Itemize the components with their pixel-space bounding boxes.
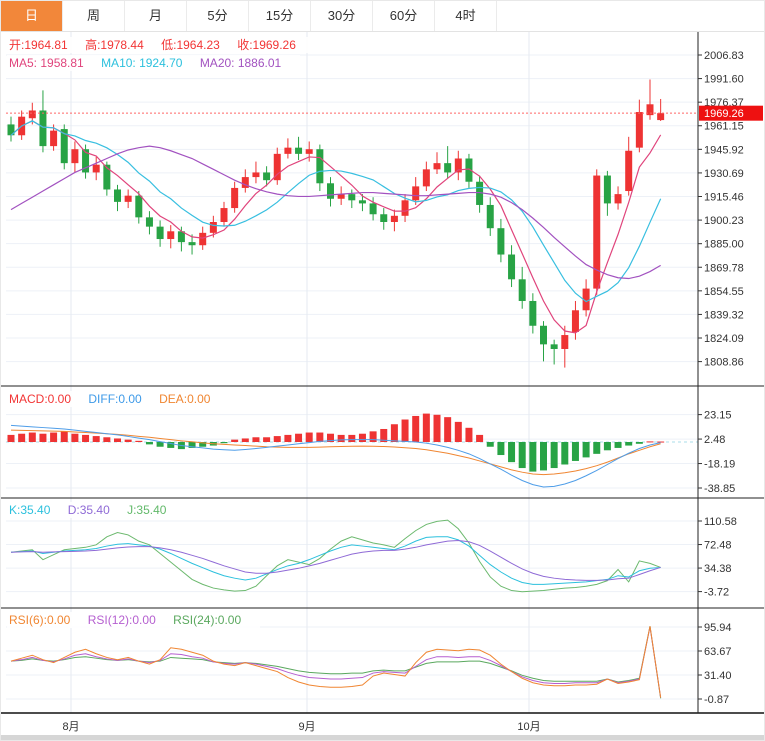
rsi-info: RSI(6):0.00 RSI(12):0.00 RSI(24):0.00 <box>7 612 260 628</box>
d-label: D:35.40 <box>68 503 110 517</box>
svg-text:1945.92: 1945.92 <box>704 144 744 156</box>
rsi12-label: RSI(12):0.00 <box>88 613 156 627</box>
close-value: 收:1969.26 <box>237 38 296 52</box>
svg-text:1915.46: 1915.46 <box>704 192 744 204</box>
svg-text:-3.72: -3.72 <box>704 587 729 599</box>
trading-chart-app: 日 周 月 5分 15分 30分 60分 4时 开:1964.81 高:1978… <box>0 0 765 741</box>
svg-text:63.67: 63.67 <box>704 646 732 658</box>
ma10-label: MA10: 1924.70 <box>101 56 182 70</box>
gridlines <box>6 31 698 713</box>
svg-text:1969.26: 1969.26 <box>704 108 744 120</box>
k-label: K:35.40 <box>9 503 50 517</box>
k-line <box>11 537 661 585</box>
tab-30min[interactable]: 30分 <box>311 1 373 31</box>
timeframe-toolbar: 日 周 月 5分 15分 30分 60分 4时 <box>1 1 765 32</box>
svg-text:2.48: 2.48 <box>704 434 725 446</box>
d-line <box>11 541 661 581</box>
j-line <box>11 520 661 592</box>
open-value: 开:1964.81 <box>9 38 68 52</box>
svg-text:1930.69: 1930.69 <box>704 168 744 180</box>
svg-text:9月: 9月 <box>298 721 315 733</box>
tab-4hour[interactable]: 4时 <box>435 1 497 31</box>
svg-text:-0.87: -0.87 <box>704 694 729 706</box>
svg-text:10月: 10月 <box>517 721 540 733</box>
svg-text:72.48: 72.48 <box>704 540 732 552</box>
macd-histogram <box>8 414 665 472</box>
svg-text:-18.19: -18.19 <box>704 459 735 471</box>
svg-text:1885.00: 1885.00 <box>704 239 744 251</box>
tab-5min[interactable]: 5分 <box>187 1 249 31</box>
diff-label: DIFF:0.00 <box>88 392 141 406</box>
rsi6-line <box>11 626 661 697</box>
tab-15min[interactable]: 15分 <box>249 1 311 31</box>
macd-info: MACD:0.00 DIFF:0.00 DEA:0.00 <box>7 391 229 407</box>
svg-text:34.38: 34.38 <box>704 563 732 575</box>
rsi24-label: RSI(24):0.00 <box>173 613 241 627</box>
tab-month[interactable]: 月 <box>125 1 187 31</box>
macd-label: MACD:0.00 <box>9 392 71 406</box>
svg-text:1808.86: 1808.86 <box>704 357 744 369</box>
panel-separators <box>1 31 765 713</box>
svg-text:1824.09: 1824.09 <box>704 333 744 345</box>
svg-text:1991.60: 1991.60 <box>704 74 744 86</box>
svg-text:31.40: 31.40 <box>704 670 732 682</box>
tab-60min[interactable]: 60分 <box>373 1 435 31</box>
svg-text:1839.32: 1839.32 <box>704 309 744 321</box>
svg-text:1854.55: 1854.55 <box>704 286 744 298</box>
svg-text:23.15: 23.15 <box>704 410 732 422</box>
candlestick-layer <box>8 80 665 368</box>
dea-label: DEA:0.00 <box>159 392 210 406</box>
j-label: J:35.40 <box>127 503 166 517</box>
rsi6-label: RSI(6):0.00 <box>9 613 70 627</box>
ma10-line <box>11 121 661 302</box>
svg-text:8月: 8月 <box>62 721 79 733</box>
bottom-border-strip <box>1 735 765 741</box>
tab-week[interactable]: 周 <box>63 1 125 31</box>
ma-info: MA5: 1958.81 MA10: 1924.70 MA20: 1886.01 <box>7 55 300 71</box>
chart-canvas[interactable]: 2006.831991.601976.371961.151945.921930.… <box>1 1 765 741</box>
ohlc-info: 开:1964.81 高:1978.44 低:1964.23 收:1969.26 <box>7 37 315 53</box>
month-axis: 8月 9月 10月 <box>62 721 540 733</box>
tab-day[interactable]: 日 <box>1 1 63 31</box>
kdj-info: K:35.40 D:35.40 J:35.40 <box>7 502 185 518</box>
svg-text:110.58: 110.58 <box>704 516 737 528</box>
svg-text:2006.83: 2006.83 <box>704 50 744 62</box>
svg-text:-38.85: -38.85 <box>704 483 735 495</box>
ma5-line <box>11 121 661 333</box>
svg-text:1900.23: 1900.23 <box>704 215 744 227</box>
svg-text:1869.78: 1869.78 <box>704 262 744 274</box>
low-value: 低:1964.23 <box>161 38 220 52</box>
ma20-label: MA20: 1886.01 <box>200 56 281 70</box>
svg-text:1961.15: 1961.15 <box>704 121 744 133</box>
svg-text:95.94: 95.94 <box>704 622 732 634</box>
ma5-label: MA5: 1958.81 <box>9 56 84 70</box>
high-value: 高:1978.44 <box>85 38 144 52</box>
